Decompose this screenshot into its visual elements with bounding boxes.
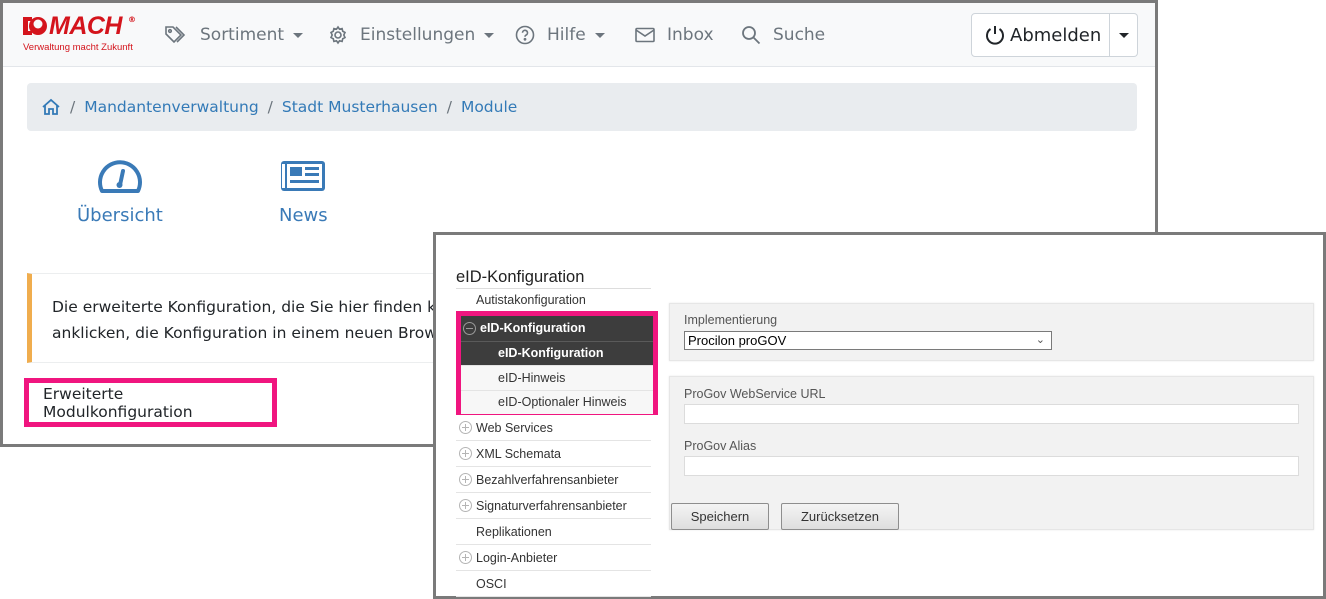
nav-suche[interactable]: Suche (741, 21, 825, 49)
breadcrumb-separator: / (70, 98, 76, 116)
menu-item-bezahlverfahrensanbieter[interactable]: Bezahlverfahrensanbieter (456, 467, 651, 493)
menu-item-web-services[interactable]: Web Services (456, 415, 651, 441)
logout-button[interactable]: Abmelden (971, 13, 1110, 57)
menu-item-label: eID-Optionaler Hinweis (498, 395, 627, 410)
nav-hilfe[interactable]: Hilfe (515, 21, 605, 49)
menu-item-label: eID-Hinweis (498, 370, 566, 385)
tags-icon (165, 26, 186, 44)
nav-einstellungen-label: Einstellungen (360, 25, 476, 45)
progov-alias-input[interactable] (684, 456, 1299, 476)
menu-item-autistakonfiguration[interactable]: Autistakonfiguration (456, 288, 651, 314)
expand-icon[interactable] (459, 447, 472, 460)
menu-item-label: Signaturverfahrensanbieter (476, 498, 627, 513)
alias-label: ProGov Alias (684, 439, 757, 453)
question-circle-icon (515, 25, 535, 45)
menu-item-osci[interactable]: OSCI (456, 571, 651, 597)
chevron-down-icon (293, 32, 304, 38)
menu-item-eid-konfiguration[interactable]: eID-Konfiguration (461, 340, 653, 365)
progov-webservice-url-input[interactable] (684, 404, 1299, 424)
gear-icon (329, 25, 347, 45)
expand-icon[interactable] (459, 551, 472, 564)
info-alert: Die erweiterte Konfiguration, die Sie hi… (27, 273, 447, 363)
nav-sortiment-label: Sortiment (200, 25, 285, 45)
front-window: eID-Konfiguration Autistakonfiguration e… (433, 232, 1326, 599)
nav-inbox[interactable]: Inbox (635, 21, 714, 49)
nav-suche-label: Suche (773, 25, 826, 45)
envelope-icon (635, 27, 655, 43)
menu-item-eid-optionaler-hinweis[interactable]: eID-Optionaler Hinweis (461, 389, 653, 414)
url-label: ProGov WebService URL (684, 387, 826, 401)
alert-text-line-1: Die erweiterte Konfiguration, die Sie hi… (52, 298, 447, 316)
menu-group-label: eID-Konfiguration (480, 321, 586, 336)
search-icon (742, 26, 761, 45)
breadcrumb-mandantenverwaltung[interactable]: Mandantenverwaltung (84, 98, 258, 116)
menu-item-label: OSCI (476, 576, 507, 591)
menu-item-label: Bezahlverfahrensanbieter (476, 472, 619, 487)
nav-sortiment[interactable]: Sortiment (164, 21, 304, 49)
logo-registered-mark: ® (128, 15, 136, 24)
power-icon (986, 26, 1004, 45)
menu-item-eid-hinweis[interactable]: eID-Hinweis (461, 365, 653, 390)
menu-item-login-anbieter[interactable]: Login-Anbieter (456, 545, 651, 571)
tile-news-label: News (279, 205, 328, 226)
expand-icon[interactable] (459, 421, 472, 434)
implementation-label: Implementierung (684, 313, 778, 327)
tile-uebersicht-label: Übersicht (77, 205, 163, 226)
menu-item-label: XML Schemata (476, 446, 561, 461)
logout-dropdown-toggle[interactable] (1110, 13, 1138, 57)
logo-tagline: Verwaltung macht Zukunft (23, 42, 133, 53)
collapse-icon[interactable] (463, 321, 476, 335)
nav-hilfe-label: Hilfe (547, 25, 586, 45)
eid-menu-group-highlight: eID-Konfiguration eID-Konfiguration eID-… (456, 311, 658, 415)
chevron-down-icon (484, 32, 495, 38)
chevron-down-icon (594, 32, 605, 38)
menu-item-label: eID-Konfiguration (498, 346, 604, 361)
breadcrumb-separator: / (267, 98, 273, 116)
save-button[interactable]: Speichern (671, 503, 769, 530)
menu-item-signaturverfahrensanbieter[interactable]: Signaturverfahrensanbieter (456, 493, 651, 519)
home-icon[interactable] (41, 98, 61, 116)
progov-settings-panel: ProGov WebService URL ProGov Alias Speic… (669, 376, 1314, 530)
menu-group-eid-konfiguration[interactable]: eID-Konfiguration (461, 316, 653, 341)
breadcrumb-module[interactable]: Module (461, 98, 517, 116)
expand-icon[interactable] (459, 499, 472, 512)
logout-button-group: Abmelden (971, 13, 1138, 57)
logo-wordmark: MACH (49, 12, 123, 40)
breadcrumb: / Mandantenverwaltung / Stadt Musterhaus… (27, 83, 1137, 131)
alert-text-line-2: anklicken, die Konfiguration in einem ne… (52, 324, 447, 342)
chevron-down-icon: ⌄ (1035, 334, 1045, 346)
top-navbar: MACH ® Verwaltung macht Zukunft Sortimen… (3, 3, 1155, 67)
breadcrumb-separator: / (446, 98, 452, 116)
tile-news[interactable]: News (279, 155, 328, 226)
menu-item-replikationen[interactable]: Replikationen (456, 519, 651, 545)
dashboard-gauge-icon (97, 160, 142, 193)
chevron-down-icon (1118, 32, 1129, 38)
expand-icon[interactable] (459, 473, 472, 486)
side-menu-lower: Web Services XML Schemata Bezahlverfahre… (456, 415, 651, 597)
newspaper-icon (281, 161, 326, 191)
menu-item-label: Replikationen (476, 524, 552, 539)
menu-item-xml-schemata[interactable]: XML Schemata (456, 441, 651, 467)
nav-inbox-label: Inbox (667, 25, 714, 45)
implementation-panel: Implementierung Procilon proGOV ⌄ (669, 303, 1314, 361)
reset-button[interactable]: Zurücksetzen (781, 503, 899, 530)
logout-label: Abmelden (1010, 24, 1102, 46)
menu-item-label: Autistakonfiguration (476, 293, 586, 308)
window-title: eID-Konfiguration (456, 268, 651, 289)
side-menu: Autistakonfiguration (456, 288, 651, 314)
menu-item-label: Login-Anbieter (476, 550, 558, 565)
implementation-selected-value: Procilon proGOV (688, 333, 787, 348)
menu-item-label: Web Services (476, 420, 553, 435)
nav-einstellungen[interactable]: Einstellungen (328, 21, 495, 49)
extended-module-config-button[interactable]: Erweiterte Modulkonfiguration (24, 378, 277, 427)
implementation-select[interactable]: Procilon proGOV ⌄ (684, 331, 1052, 350)
logo-mark-icon (23, 17, 47, 35)
mach-logo[interactable]: MACH ® Verwaltung macht Zukunft (23, 12, 138, 57)
breadcrumb-stadt-musterhausen[interactable]: Stadt Musterhausen (282, 98, 438, 116)
tile-uebersicht[interactable]: Übersicht (77, 155, 163, 226)
